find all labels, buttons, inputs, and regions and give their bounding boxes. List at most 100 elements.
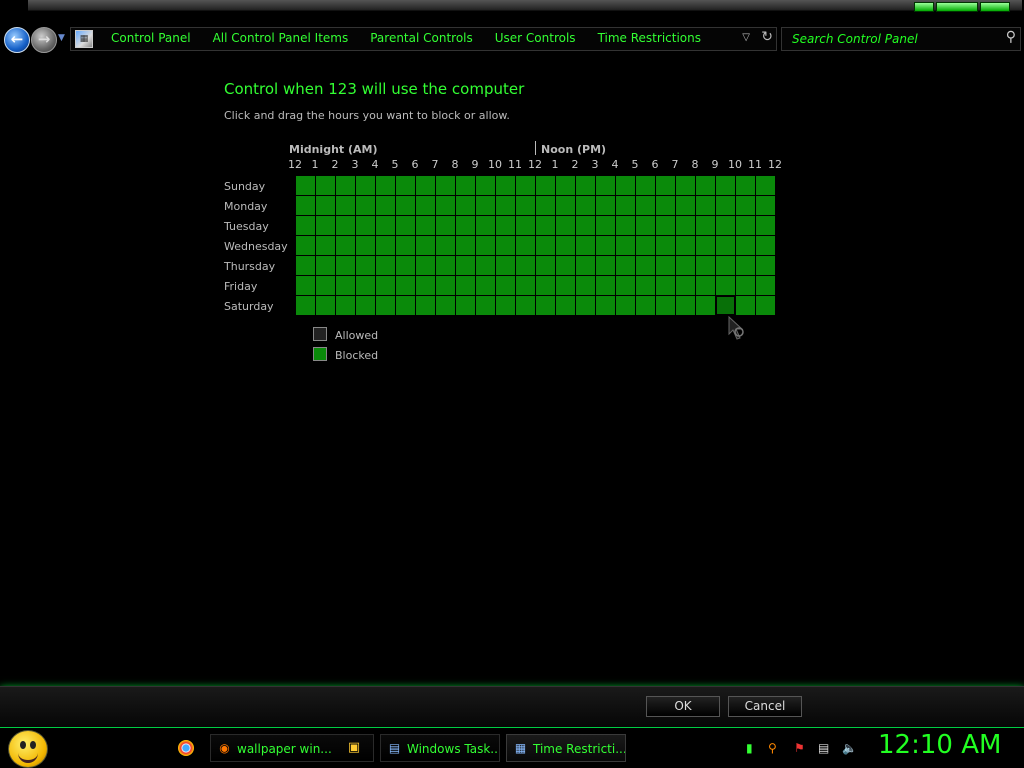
hour-cell[interactable] — [296, 296, 315, 315]
hour-cell[interactable] — [376, 296, 395, 315]
forward-arrow-icon[interactable]: → — [31, 27, 57, 53]
hour-cell[interactable] — [616, 176, 635, 195]
hour-cell[interactable] — [296, 256, 315, 275]
chrome-icon[interactable] — [178, 740, 194, 756]
hour-cell[interactable] — [696, 296, 715, 315]
hour-cell[interactable] — [296, 276, 315, 295]
hour-cell[interactable] — [636, 216, 655, 235]
hour-cell[interactable] — [656, 176, 675, 195]
hour-cell[interactable] — [516, 216, 535, 235]
hour-cell[interactable] — [416, 196, 435, 215]
hour-cell[interactable] — [356, 176, 375, 195]
hour-cell[interactable] — [336, 196, 355, 215]
breadcrumb-user-controls[interactable]: User Controls — [495, 31, 587, 45]
hour-cell[interactable] — [356, 236, 375, 255]
action-center-flag-icon[interactable]: ⚑ — [794, 740, 805, 756]
hour-cell[interactable] — [336, 216, 355, 235]
hour-cell[interactable] — [656, 256, 675, 275]
hour-cell[interactable] — [676, 276, 695, 295]
folder-icon[interactable]: ▣ — [346, 740, 362, 756]
hour-cell[interactable] — [676, 256, 695, 275]
hour-cell[interactable] — [396, 236, 415, 255]
hour-cell[interactable] — [596, 216, 615, 235]
task-time-restrictions[interactable]: ▦ Time Restricti... — [506, 734, 626, 762]
hour-cell[interactable] — [376, 276, 395, 295]
hour-cell[interactable] — [656, 216, 675, 235]
hour-cell[interactable] — [616, 256, 635, 275]
hour-cell[interactable] — [296, 196, 315, 215]
hour-cell[interactable] — [696, 196, 715, 215]
hour-cell[interactable] — [756, 276, 775, 295]
hour-cell[interactable] — [756, 196, 775, 215]
hour-cell[interactable] — [316, 256, 335, 275]
hour-cell[interactable] — [596, 236, 615, 255]
hour-cell[interactable] — [736, 216, 755, 235]
hour-cell[interactable] — [576, 216, 595, 235]
minimize-button[interactable] — [914, 2, 934, 12]
hour-cell[interactable] — [436, 196, 455, 215]
breadcrumb-all-items[interactable]: All Control Panel Items — [213, 31, 360, 45]
hour-cell[interactable] — [736, 256, 755, 275]
hour-cell[interactable] — [536, 196, 555, 215]
hour-cell[interactable] — [616, 296, 635, 315]
tray-search-icon[interactable]: ⚲ — [768, 740, 777, 756]
hour-cell[interactable] — [476, 296, 495, 315]
search-input[interactable] — [790, 30, 994, 48]
hour-cell[interactable] — [356, 276, 375, 295]
hour-cell[interactable] — [436, 236, 455, 255]
hour-cell[interactable] — [496, 196, 515, 215]
maximize-button[interactable] — [936, 2, 978, 12]
hour-cell[interactable] — [476, 196, 495, 215]
hour-cell[interactable] — [556, 236, 575, 255]
hour-cell[interactable] — [716, 276, 735, 295]
hour-cell[interactable] — [336, 236, 355, 255]
hour-cell[interactable] — [396, 256, 415, 275]
hour-cell[interactable] — [716, 196, 735, 215]
hour-cell[interactable] — [516, 236, 535, 255]
hour-cell[interactable] — [356, 196, 375, 215]
hour-cell[interactable] — [596, 276, 615, 295]
hour-cell[interactable] — [536, 276, 555, 295]
hour-cell[interactable] — [336, 296, 355, 315]
hour-cell[interactable] — [715, 295, 736, 316]
hour-cell[interactable] — [556, 276, 575, 295]
hour-cell[interactable] — [716, 176, 735, 195]
hour-cell[interactable] — [556, 216, 575, 235]
hour-cell[interactable] — [476, 176, 495, 195]
hour-cell[interactable] — [636, 276, 655, 295]
hour-cell[interactable] — [436, 276, 455, 295]
hour-cell[interactable] — [636, 236, 655, 255]
hour-cell[interactable] — [316, 176, 335, 195]
hour-cell[interactable] — [696, 276, 715, 295]
hour-cell[interactable] — [716, 256, 735, 275]
hour-cell[interactable] — [416, 176, 435, 195]
hour-cell[interactable] — [416, 276, 435, 295]
hour-cell[interactable] — [676, 296, 695, 315]
hour-cell[interactable] — [436, 256, 455, 275]
recent-pages-dropdown-icon[interactable]: ▼ — [58, 33, 65, 43]
task-windows-task-manager[interactable]: ▤ Windows Task... — [380, 734, 500, 762]
hour-cell[interactable] — [516, 256, 535, 275]
address-bar[interactable]: ▦ Control Panel All Control Panel Items … — [70, 27, 777, 51]
hour-cell[interactable] — [696, 176, 715, 195]
start-button-smiley-icon[interactable] — [8, 730, 48, 768]
breadcrumb-parental-controls[interactable]: Parental Controls — [370, 31, 484, 45]
hour-cell[interactable] — [376, 236, 395, 255]
hour-cell[interactable] — [476, 216, 495, 235]
breadcrumb-time-restrictions[interactable]: Time Restrictions — [598, 31, 712, 45]
hour-cell[interactable] — [336, 276, 355, 295]
hour-cell[interactable] — [396, 276, 415, 295]
time-restriction-grid[interactable] — [295, 175, 776, 316]
hour-cell[interactable] — [756, 216, 775, 235]
hour-cell[interactable] — [656, 196, 675, 215]
hour-cell[interactable] — [496, 276, 515, 295]
hour-cell[interactable] — [656, 236, 675, 255]
hour-cell[interactable] — [736, 176, 755, 195]
hour-cell[interactable] — [496, 256, 515, 275]
hour-cell[interactable] — [356, 296, 375, 315]
hour-cell[interactable] — [756, 176, 775, 195]
hour-cell[interactable] — [636, 176, 655, 195]
hour-cell[interactable] — [516, 296, 535, 315]
hour-cell[interactable] — [756, 296, 775, 315]
hour-cell[interactable] — [476, 256, 495, 275]
